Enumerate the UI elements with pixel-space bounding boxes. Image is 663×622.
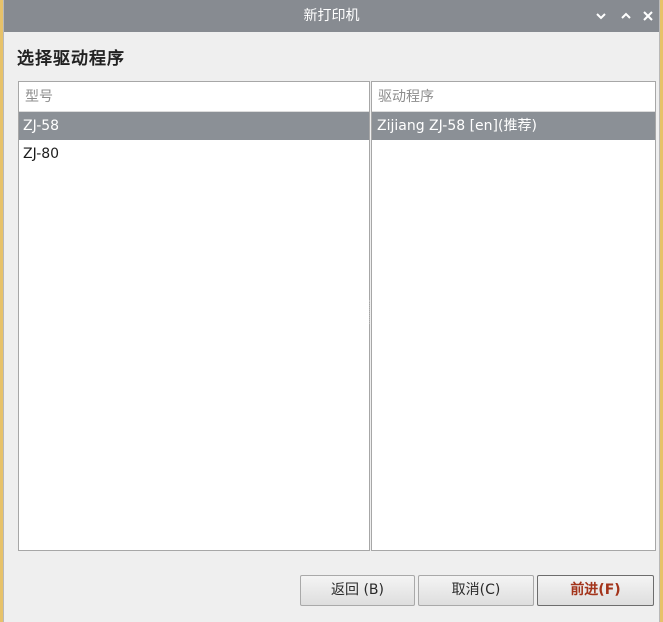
driver-list[interactable]: 驱动程序 Zijiang ZJ-58 [en](推荐) — [371, 81, 656, 551]
new-printer-dialog: 新打印机 选择驱动程序 型号 ZJ-58 ZJ-80 驱动程序 Zijiang … — [3, 0, 660, 622]
page-heading: 选择驱动程序 — [17, 49, 125, 69]
cancel-button[interactable]: 取消(C) — [418, 575, 534, 606]
close-icon[interactable] — [638, 6, 658, 26]
driver-list-header[interactable]: 驱动程序 — [372, 82, 655, 112]
back-button[interactable]: 返回 (B) — [300, 575, 415, 606]
maximize-icon[interactable] — [616, 6, 636, 26]
minimize-icon[interactable] — [591, 6, 611, 26]
model-list-item[interactable]: ZJ-80 — [19, 140, 369, 168]
title-bar[interactable]: 新打印机 — [4, 0, 659, 32]
model-list-header[interactable]: 型号 — [19, 82, 369, 112]
forward-button[interactable]: 前进(F) — [537, 575, 654, 606]
model-list[interactable]: 型号 ZJ-58 ZJ-80 — [18, 81, 370, 551]
window-title: 新打印机 — [303, 8, 360, 24]
driver-list-item[interactable]: Zijiang ZJ-58 [en](推荐) — [372, 112, 655, 140]
model-list-item[interactable]: ZJ-58 — [19, 112, 369, 140]
